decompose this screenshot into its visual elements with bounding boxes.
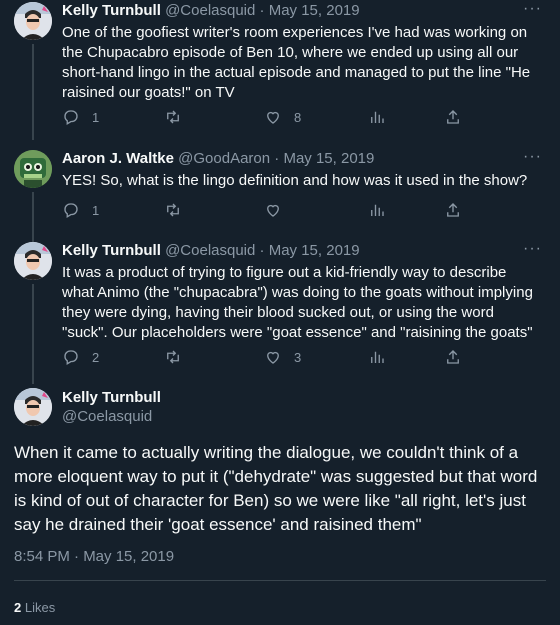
tweet-3[interactable]: Kelly Turnbull @Coelasquid · May 15, 201… [0, 240, 560, 384]
like-count: 8 [294, 109, 302, 125]
tweet-2[interactable]: Aaron J. Waltke @GoodAaron · May 15, 201… [0, 148, 560, 242]
retweet-button[interactable] [164, 348, 194, 366]
avatar[interactable] [14, 242, 52, 280]
thread-line [32, 192, 34, 242]
views-button[interactable] [368, 201, 386, 219]
likes-summary[interactable]: 2 Likes [14, 600, 55, 615]
author-handle[interactable]: @Coelasquid [62, 408, 152, 425]
author-name[interactable]: Kelly Turnbull [62, 389, 161, 406]
thread-line [32, 284, 34, 384]
tweet-header: Aaron J. Waltke @GoodAaron · May 15, 201… [62, 149, 374, 169]
action-bar: 2 3 [62, 348, 482, 368]
like-button[interactable]: 8 [264, 108, 301, 126]
like-icon [267, 351, 279, 364]
tweet-header: Kelly Turnbull @Coelasquid · May 15, 201… [62, 241, 360, 261]
avatar[interactable] [14, 150, 52, 188]
reply-count: 1 [92, 202, 100, 218]
reply-count: 2 [92, 349, 100, 365]
share-icon [447, 110, 459, 124]
share-button[interactable] [444, 201, 462, 219]
views-icon [371, 351, 384, 363]
like-count: 3 [294, 349, 302, 365]
avatar[interactable] [14, 2, 52, 40]
reply-button[interactable]: 1 [62, 201, 99, 219]
like-button[interactable]: 3 [264, 348, 301, 366]
more-icon[interactable]: ··· [523, 241, 542, 257]
author-name[interactable]: Kelly Turnbull [62, 242, 161, 259]
like-icon [267, 111, 279, 124]
views-button[interactable] [368, 108, 386, 126]
views-icon [371, 111, 384, 123]
author-name[interactable]: Kelly Turnbull [62, 2, 161, 19]
separator: · [255, 2, 269, 19]
author-handle[interactable]: @Coelasquid [165, 242, 255, 259]
divider [14, 580, 546, 581]
action-bar: 1 8 [62, 108, 482, 128]
separator: · [255, 242, 269, 259]
retweet-icon [167, 110, 179, 124]
more-icon[interactable]: ··· [523, 149, 542, 165]
thread-line [32, 44, 34, 140]
retweet-icon [167, 203, 179, 217]
author-handle[interactable]: @GoodAaron [178, 150, 270, 167]
tweet-1[interactable]: Kelly Turnbull @Coelasquid · May 15, 201… [0, 0, 560, 140]
tweet-date[interactable]: May 15, 2019 [269, 2, 360, 19]
author-name[interactable]: Aaron J. Waltke [62, 150, 174, 167]
like-icon [267, 204, 279, 217]
reply-button[interactable]: 2 [62, 348, 99, 366]
tweet-date[interactable]: May 15, 2019 [283, 150, 374, 167]
views-button[interactable] [368, 348, 386, 366]
share-button[interactable] [444, 108, 462, 126]
likes-label: Likes [24, 600, 56, 615]
reply-icon [64, 110, 78, 125]
tweet-text: YES! So, what is the lingo definition an… [62, 172, 528, 189]
tweet-text: When it came to actually writing the dia… [14, 443, 538, 534]
separator: · [270, 150, 284, 167]
tweet-text: It was a product of trying to figure out… [62, 264, 533, 341]
retweet-button[interactable] [164, 201, 194, 219]
more-icon[interactable]: ··· [523, 1, 542, 17]
likes-count: 2 [14, 600, 22, 615]
share-icon [447, 203, 459, 217]
share-button[interactable] [444, 348, 462, 366]
action-bar: 1 [62, 201, 482, 221]
like-button[interactable] [264, 201, 294, 219]
main-tweet: Kelly Turnbull @Coelasquid When it came … [0, 386, 560, 625]
tweet-header: Kelly Turnbull @Coelasquid · May 15, 201… [62, 1, 360, 21]
tweet-date[interactable]: May 15, 2019 [269, 242, 360, 259]
author-handle[interactable]: @Coelasquid [165, 2, 255, 19]
reply-button[interactable]: 1 [62, 108, 99, 126]
reply-icon [64, 350, 78, 365]
tweet-timestamp[interactable]: 8:54 PM · May 15, 2019 [14, 548, 174, 565]
views-icon [371, 204, 384, 216]
retweet-button[interactable] [164, 108, 194, 126]
avatar[interactable] [14, 388, 52, 426]
reply-icon [64, 203, 78, 218]
tweet-text: One of the goofiest writer's room experi… [62, 24, 531, 101]
share-icon [447, 350, 459, 364]
reply-count: 1 [92, 109, 100, 125]
retweet-icon [167, 350, 179, 364]
